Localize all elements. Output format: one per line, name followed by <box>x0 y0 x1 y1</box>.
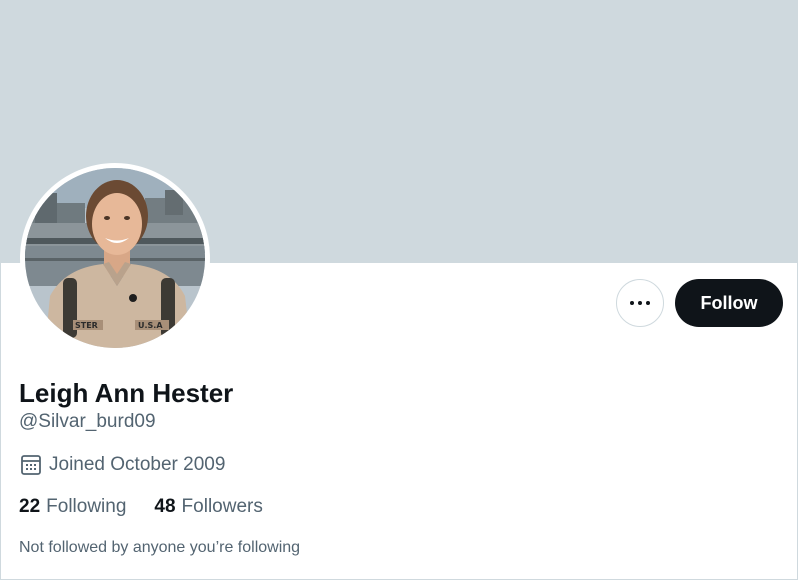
uniform-tape-left: STER <box>75 321 98 330</box>
mutual-followers-note: Not followed by anyone you’re following <box>19 539 301 556</box>
more-options-button[interactable] <box>616 279 664 327</box>
more-horizontal-icon-dot <box>638 301 642 305</box>
profile-header: STER U.S.A Follow Leigh Ann Hester @Silv… <box>0 0 798 580</box>
avatar[interactable]: STER U.S.A <box>25 168 205 348</box>
profile-handle: @Silvar_burd09 <box>19 411 156 432</box>
follow-stats: 22 Following 48 Followers <box>19 495 291 519</box>
more-horizontal-icon-dot <box>646 301 650 305</box>
follow-button[interactable]: Follow <box>675 279 783 327</box>
calendar-icon <box>19 453 43 477</box>
avatar-ring: STER U.S.A <box>20 163 210 353</box>
followers-link[interactable]: 48 Followers <box>154 495 262 519</box>
followers-label: Followers <box>181 496 263 517</box>
following-label: Following <box>46 496 127 517</box>
uniform-tape-right: U.S.A <box>138 321 163 330</box>
more-horizontal-icon <box>630 301 634 305</box>
following-count: 22 <box>19 496 41 517</box>
joined-label: Joined October 2009 <box>49 454 226 475</box>
joined-date: Joined October 2009 <box>19 453 225 477</box>
followers-count: 48 <box>154 496 176 517</box>
following-link[interactable]: 22 Following <box>19 495 126 519</box>
profile-name: Leigh Ann Hester <box>19 378 234 408</box>
avatar-photo: STER U.S.A <box>25 168 205 348</box>
